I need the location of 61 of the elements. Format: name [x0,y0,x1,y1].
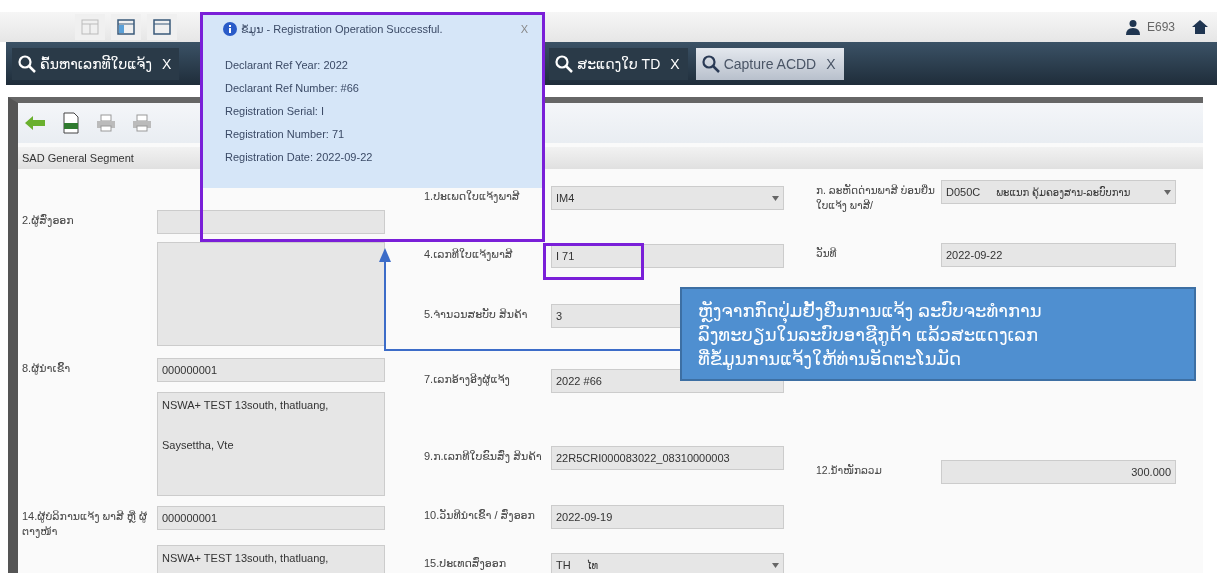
caret-icon [772,562,779,568]
tab-label: ຄົ້ນຫາເລກທີໃບແຈ້ງ [40,55,152,72]
field-label: 12.ນ້ຳໜັກລວມ [816,463,883,478]
sidebar-layout-icon[interactable] [111,14,141,40]
field-label: 4.ເລກທີໃບແຈ້ງພາສີ [424,247,514,262]
user-id: E693 [1146,20,1175,34]
input-field[interactable]: 2022-09-22 [941,243,1176,267]
input-field[interactable]: 2022-09-19 [551,505,784,529]
dialog-line: Declarant Ref Year: 2022 [225,59,349,71]
section-title: SAD General Segment [22,152,134,164]
input-field[interactable]: I 71 [551,244,784,268]
tab[interactable]: ສະແດງໃບ TD X [549,47,688,80]
grid-layout-icon[interactable] [75,14,105,40]
user-icon [1124,19,1141,35]
dialog-line: Declarant Ref Number: #66 [225,82,360,94]
input-field[interactable] [157,210,385,234]
tab-label: ສະແດງໃບ TD [577,55,661,72]
callout-tooltip: ຫຼັງຈາກກົດປຸ່ມຢັ້ງຢືນການແຈ້ງ ລະບົບຈະທຳການ ລົງທະບຽນໃນລະບົບອາຊີກູດ້າ ແລ້ວສະແດງເລກ ທີ່ຂໍ້ມູນການແຈ້ງໃຫ້ທ່ານອັດຕະໂນມັດ [680,287,1196,381]
printer-icon[interactable] [96,114,116,132]
dialog-line: Registration Date: 2022-09-22 [225,151,374,163]
printer-icon[interactable] [132,114,152,132]
back-arrow-icon[interactable] [24,115,46,131]
tab[interactable]: Capture ACDD X [695,47,844,80]
dropdown[interactable]: IM4 [551,186,784,210]
input-field[interactable]: 22R5CRI000083022_08310000003 [551,446,784,470]
close-tab-button[interactable]: X [668,55,682,72]
tab[interactable]: ຄົ້ນຫາເລກທີໃບແຈ້ງ X [12,47,180,80]
dropdown[interactable]: D050C ພະແນກ ຄຸ້ມຄອງສານ-ລະບົບການ [941,180,1176,204]
field-label: 10.ວັນທີນຳເຂົ້າ / ສົ່ງອອກ [424,508,536,523]
field-label: 8.ຜູ້ນຳເຂົ້າ [22,361,72,376]
window-layout-icon[interactable] [147,14,177,40]
field-label: 7.ເລກອ້າງອີງຜູ້ແຈ້ງ [424,372,511,387]
tab-label: Capture ACDD [723,55,817,72]
close-tab-button[interactable]: X [824,55,838,72]
input-field[interactable]: 000000001 [157,506,385,530]
field-label: 14.ຜູ້ບໍລິການແຈ້ງ ພາສີ ຫຼື ຜູ້ຕາງໜ້າ [22,509,149,539]
field-label: ວັນທີ [816,246,838,261]
dropdown[interactable]: TH ໄທ [551,553,784,573]
field-label: ກ. ລະຫັດດ່ານພາສີ ບ່ອນຍື່ນໃບແຈ້ງ ພາສີ/ [816,183,936,213]
caret-icon [1164,189,1171,195]
dialog-title: ຂໍ້ມູນ - Registration Operation Successful. [241,22,443,36]
field-label: 15.ປະເທດສົ່ງອອກ [424,556,508,571]
field-label: 5.ຈຳນວນສະບັບ ສິນຄ້າ [424,307,529,322]
home-icon[interactable] [1191,19,1209,35]
field-label: 1.ປະເພດໃບແຈ້ງພາສີ [424,189,521,204]
field-label: 9.ກ.ເລກທີໃບຂົນສົ່ງ ສິນຄ້າ [424,449,543,464]
close-tab-button[interactable]: X [159,55,174,72]
search-icon [701,54,720,73]
caret-icon [772,195,779,201]
text-area[interactable] [157,242,385,346]
field-label: 2.ຜູ້ສົ່ງອອກ [22,213,75,228]
dialog-line: Registration Number: 71 [225,128,346,140]
input-field[interactable]: 000000001 [157,358,385,382]
search-icon [555,54,574,73]
info-icon [223,22,237,36]
search-icon [18,54,36,73]
xml-document-icon[interactable] [62,112,80,134]
text-area[interactable]: NSWA+ TEST 13south, thatluang, Saysettha, Vte [157,392,385,496]
text-area[interactable]: NSWA+ TEST 13south, thatluang, [157,545,385,573]
dialog-line: Registration Serial: I [225,105,326,117]
input-field[interactable]: 300.000 [941,460,1176,484]
